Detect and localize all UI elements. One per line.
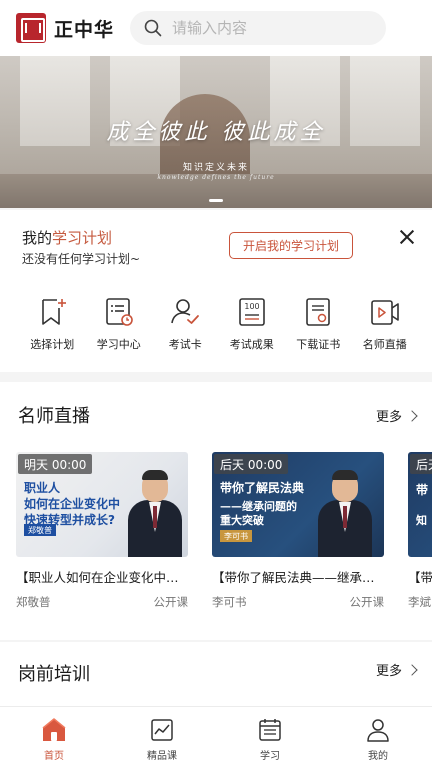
- live-card-meta: 郑敬普 公开课: [16, 594, 188, 610]
- study-plan-title-prefix: 我的: [22, 229, 53, 247]
- search-icon: [144, 19, 162, 37]
- user-check-icon: [171, 299, 200, 324]
- live-card[interactable]: 带 知 后天 【带 李斌: [408, 452, 432, 610]
- hero-banner[interactable]: 成全彼此 彼此成全 知识定义未来 knowledge defines the f…: [0, 56, 432, 208]
- tab-label: 精品课: [147, 751, 177, 762]
- study-plan-status: 还没有任何学习计划~: [22, 252, 141, 266]
- section-title: 名师直播: [18, 406, 90, 427]
- quick-menu: 选择计划 学习中心 考试卡 100 考试成果 下载证书 名师直播: [0, 276, 432, 372]
- tab-label: 首页: [44, 751, 64, 762]
- study-plan-title: 我的学习计划: [22, 227, 112, 248]
- pre-job-training-section: 岗前培训 更多: [0, 642, 432, 706]
- close-icon[interactable]: [398, 228, 416, 246]
- list-clock-icon: [105, 298, 133, 326]
- live-card-thumbnail: 带你了解民法典 ——继承问题的 重大突破 李可书 后天 00:00: [212, 452, 384, 557]
- quick-item-study-center[interactable]: 学习中心: [86, 276, 153, 372]
- chevron-right-icon: [406, 663, 418, 676]
- live-card[interactable]: 职业人 如何在企业变化中 快速转型并成长? 郑敬普 明天 00:00 【职业人如…: [16, 452, 188, 610]
- quick-item-exam-card[interactable]: 考试卡: [152, 276, 219, 372]
- bookmark-plus-icon: [42, 299, 67, 325]
- live-card-title: 【带: [408, 570, 432, 585]
- live-card-title: 【职业人如何在企业变化中快速转型并成长?】: [16, 570, 188, 585]
- thumbnail-headline: 带: [416, 483, 429, 497]
- live-card-meta: 李斌: [408, 594, 432, 610]
- live-card-teacher: 李斌: [408, 595, 431, 609]
- certificate-icon: [306, 298, 331, 326]
- search-input[interactable]: [172, 19, 373, 37]
- thumbnail-line: 知: [416, 514, 427, 527]
- speaker-photo: [128, 470, 182, 557]
- live-card-title: 【带你了解民法典——继承问题的重大突破】: [212, 570, 384, 585]
- chart-card-icon: [151, 719, 173, 741]
- quick-item-label: 学习中心: [96, 338, 141, 351]
- bottom-tab-bar: 首页 精品课 学习 我的: [0, 706, 432, 768]
- live-card-teacher: 李可书: [212, 595, 247, 609]
- quick-item-exam-results[interactable]: 100 考试成果: [219, 276, 286, 372]
- brand-logo-icon[interactable]: [16, 13, 46, 43]
- chevron-right-icon: [406, 409, 418, 422]
- score-100-icon: 100: [238, 298, 265, 326]
- speaker-photo: [318, 470, 372, 557]
- more-link[interactable]: 更多: [375, 660, 418, 679]
- top-header: 正中华: [0, 0, 432, 56]
- brand-name: 正中华: [54, 18, 115, 41]
- live-card-type: 公开课: [153, 595, 189, 609]
- tab-label: 学习: [260, 751, 280, 762]
- search-bar[interactable]: [130, 11, 387, 45]
- tab-study[interactable]: 学习: [216, 707, 324, 768]
- calendar-list-icon: [259, 719, 281, 741]
- thumbnail-line: 如何在企业变化中: [24, 497, 121, 511]
- tab-label: 我的: [368, 751, 388, 762]
- thumbnail-headline: 职业人 如何在企业变化中 快速转型并成长?: [24, 480, 120, 528]
- video-play-icon: [370, 300, 399, 325]
- speaker-tie: [153, 506, 157, 528]
- live-card[interactable]: 带你了解民法典 ——继承问题的 重大突破 李可书 后天 00:00 【带你了解民…: [212, 452, 384, 610]
- thumbnail-speaker-name: 郑敬普: [24, 524, 56, 536]
- live-card-type: 公开课: [349, 595, 385, 609]
- study-plan-title-highlight: 学习计划: [52, 229, 113, 247]
- live-card-meta: 李可书 公开课: [212, 594, 384, 610]
- thumbnail-line: 职业人: [24, 481, 61, 495]
- quick-item-download-certificate[interactable]: 下载证书: [285, 276, 352, 372]
- quick-item-label: 下载证书: [296, 338, 341, 351]
- thumbnail-line: 重大突破: [220, 514, 264, 527]
- live-card-teacher: 郑敬普: [16, 595, 51, 609]
- carousel-indicator[interactable]: [209, 199, 223, 202]
- teacher-live-section: 名师直播 更多 职业人 如何在企业变化中 快速转型并成长? 郑敬普 明天 00:: [0, 382, 432, 640]
- banner-subtitle-en: knowledge defines the future: [157, 174, 275, 181]
- section-title: 岗前培训: [18, 664, 90, 685]
- quick-item-label: 名师直播: [362, 338, 407, 351]
- start-plan-button[interactable]: 开启我的学习计划: [229, 232, 353, 259]
- tab-mine[interactable]: 我的: [324, 707, 432, 768]
- quick-item-label: 考试卡: [168, 338, 202, 351]
- banner-slogan: 成全彼此 彼此成全: [106, 120, 326, 145]
- live-card-thumbnail: 带 知 后天: [408, 452, 432, 557]
- quick-item-label: 考试成果: [229, 338, 274, 351]
- thumbnail-headline: 带你了解民法典: [220, 481, 305, 495]
- tab-premium-courses[interactable]: 精品课: [108, 707, 216, 768]
- more-label: 更多: [375, 664, 402, 679]
- quick-item-label: 选择计划: [30, 338, 75, 351]
- thumbnail-line: ——继承问题的: [220, 500, 297, 513]
- live-time-badge: 后天: [410, 454, 432, 474]
- quick-item-select-plan[interactable]: 选择计划: [19, 276, 86, 372]
- svg-text:100: 100: [244, 302, 259, 311]
- home-icon: [42, 718, 66, 741]
- tab-home[interactable]: 首页: [0, 707, 108, 768]
- live-card-list: 职业人 如何在企业变化中 快速转型并成长? 郑敬普 明天 00:00 【职业人如…: [16, 452, 432, 610]
- live-card-thumbnail: 职业人 如何在企业变化中 快速转型并成长? 郑敬普 明天 00:00: [16, 452, 188, 557]
- speaker-hair: [142, 470, 168, 480]
- banner-subtitle: 知识定义未来: [182, 163, 249, 173]
- speaker-tie: [343, 506, 347, 528]
- more-label: 更多: [375, 410, 402, 425]
- thumbnail-speaker-name: 李可书: [220, 530, 252, 542]
- live-time-badge: 后天 00:00: [214, 454, 289, 474]
- speaker-hair: [332, 470, 358, 480]
- more-link[interactable]: 更多: [375, 406, 418, 425]
- quick-item-teacher-live[interactable]: 名师直播: [352, 276, 419, 372]
- study-plan-card: 我的学习计划 还没有任何学习计划~ 开启我的学习计划: [0, 210, 432, 276]
- live-time-badge: 明天 00:00: [18, 454, 93, 474]
- person-icon: [367, 719, 389, 742]
